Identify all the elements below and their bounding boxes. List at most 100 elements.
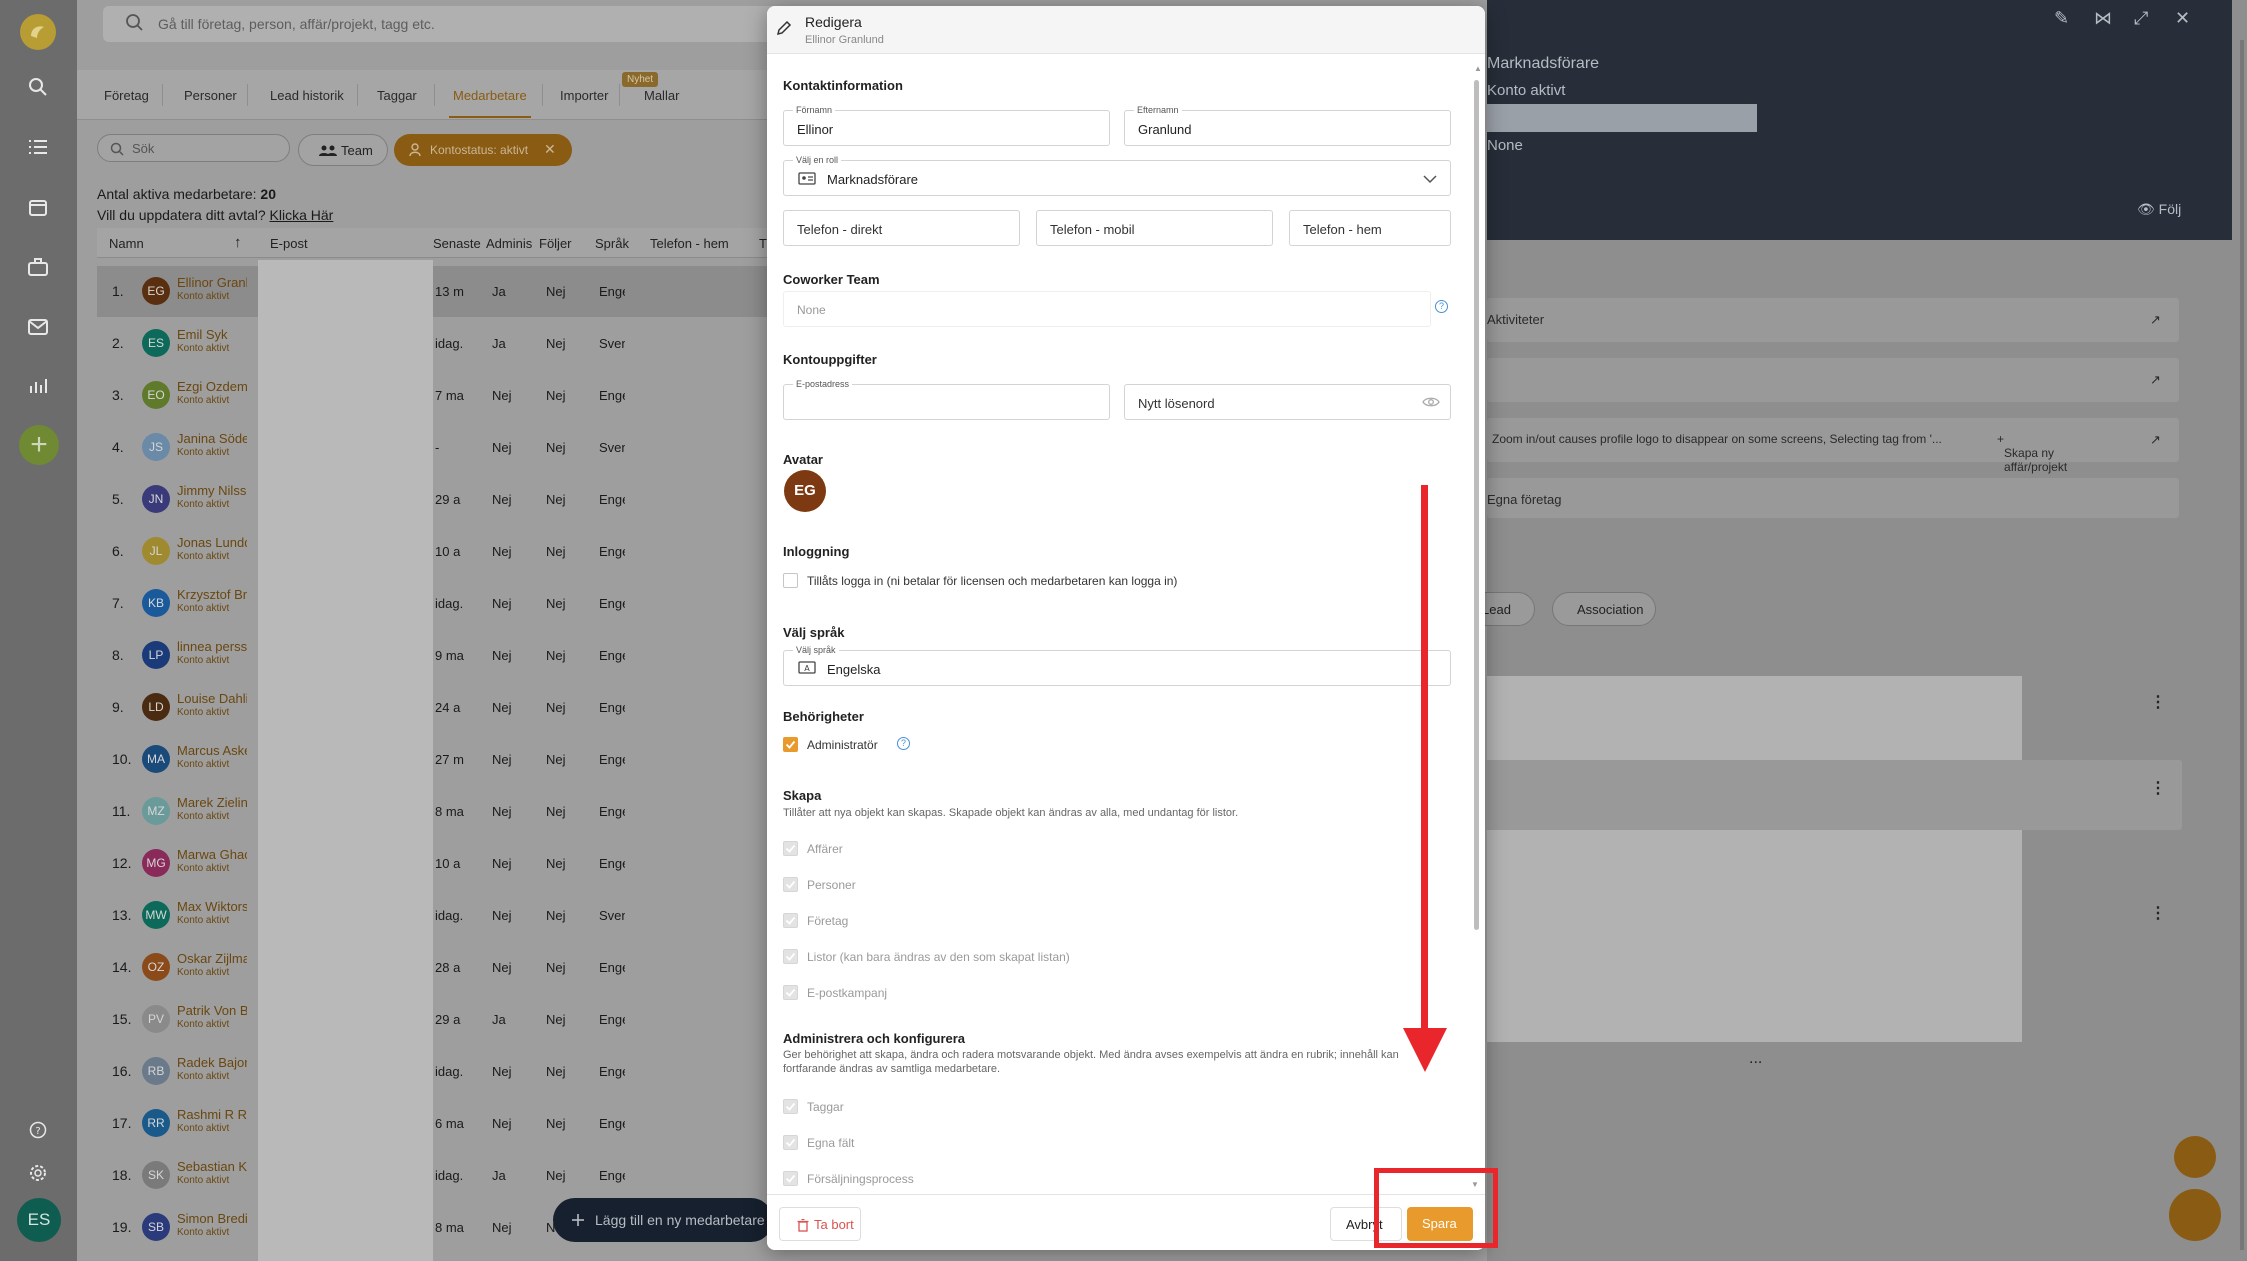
member-name-link[interactable]: Sebastian Krause — [177, 1159, 247, 1174]
email-field[interactable]: E-postadress — [783, 379, 1110, 420]
create-permission-checkbox[interactable] — [783, 877, 798, 892]
search-icon[interactable] — [23, 72, 53, 102]
column-header-sprak[interactable]: Språk — [595, 236, 629, 251]
table-row[interactable]: 9. LD Louise DahlinKonto aktivt 24 a Nej Nej E… — [97, 682, 777, 733]
add-member-button[interactable]: Lägg till en ny medarbetare — [553, 1198, 773, 1242]
column-header-phone-home[interactable]: Telefon - hem — [650, 236, 729, 251]
scroll-up-icon[interactable]: ▲ — [1474, 64, 1482, 73]
member-name-link[interactable]: Ellinor Granlund — [177, 275, 247, 290]
table-row[interactable]: 2. ES Emil SykKonto aktivt idag. Ja Nej Svensk… — [97, 318, 777, 369]
help-icon[interactable]: ? — [1435, 300, 1448, 313]
table-row[interactable]: 7. KB Krzysztof BrzozowskiKonto aktivt idag… — [97, 578, 777, 629]
column-header-name[interactable]: Namn — [109, 236, 144, 251]
column-header-more[interactable]: T — [759, 236, 767, 251]
calendar-icon[interactable] — [23, 192, 53, 222]
delete-button[interactable]: Ta bort — [779, 1207, 861, 1241]
phone-mobile-field[interactable]: Telefon - mobil — [1036, 210, 1273, 246]
role-select[interactable]: Välj en roll Marknadsförare — [783, 155, 1451, 196]
member-name-link[interactable]: Ezgi Ozdemir — [177, 379, 247, 394]
panel-scrollbar[interactable] — [2240, 40, 2244, 1250]
admin-permission-checkbox[interactable] — [783, 1171, 798, 1186]
more-dots-icon[interactable]: ... — [1749, 1050, 1762, 1068]
expand-icon[interactable]: ⤢ — [2134, 8, 2148, 29]
table-row[interactable]: 12. MG Marwa GhachemKonto aktivt 10 a Nej Nej… — [97, 838, 777, 889]
help-icon[interactable]: ? — [897, 737, 910, 750]
administrator-checkbox[interactable] — [783, 737, 798, 752]
member-name-link[interactable]: Krzysztof Brzozowski — [177, 587, 247, 602]
user-avatar[interactable]: ES — [17, 1198, 61, 1242]
follow-button[interactable]: 👁 Följ — [2137, 201, 2181, 218]
account-status-filter-chip[interactable]: Kontostatus: aktivt ✕ — [394, 134, 572, 166]
coworker-team-select[interactable]: None — [783, 291, 1431, 327]
eye-icon[interactable] — [1422, 395, 1440, 409]
table-row[interactable]: 6. JL Jonas LundqvistKonto aktivt 10 a Nej Ne… — [97, 526, 777, 577]
share-icon[interactable]: ⋈ — [2094, 8, 2112, 29]
settings-gear-icon[interactable] — [23, 1158, 53, 1188]
password-field[interactable]: Nytt lösenord — [1124, 384, 1451, 420]
close-icon[interactable]: ✕ — [2175, 8, 2190, 29]
more-options-icon[interactable]: ⋮ — [2150, 692, 2166, 712]
member-name-link[interactable]: Jimmy Nilsson — [177, 483, 247, 498]
table-row[interactable]: 3. EO Ezgi OzdemirKonto aktivt 7 ma Nej Nej En… — [97, 370, 777, 421]
member-name-link[interactable]: Radek Bajorek — [177, 1055, 247, 1070]
modal-scrollbar-thumb[interactable] — [1474, 80, 1479, 930]
language-select[interactable]: Välj språk A Engelska — [783, 645, 1451, 686]
member-name-link[interactable]: Emil Syk — [177, 327, 247, 342]
member-name-link[interactable]: Marek Zielinski — [177, 795, 247, 810]
create-deal-link[interactable]: + Skapa ny affär/projekt — [1997, 432, 2067, 474]
chat-fab-icon[interactable] — [2169, 1189, 2221, 1241]
member-name-link[interactable]: Simon Bredin — [177, 1211, 247, 1226]
column-header-admin[interactable]: Adminis — [486, 236, 532, 251]
avatar[interactable]: EG — [784, 470, 826, 512]
sort-asc-icon[interactable]: ↑ — [234, 234, 242, 251]
remove-filter-icon[interactable]: ✕ — [544, 141, 556, 158]
tab-taggar[interactable]: Taggar — [377, 88, 417, 103]
tab-importer[interactable]: Importer — [560, 88, 608, 103]
collapsed-card[interactable]: ↗ — [1487, 358, 2179, 402]
member-name-link[interactable]: Marcus Askeröd — [177, 743, 247, 758]
tab-foretag[interactable]: Företag — [104, 88, 149, 103]
table-row[interactable]: 18. SK Sebastian KrauseKonto aktivt idag. Ja… — [97, 1150, 777, 1201]
member-name-link[interactable]: linnea persson — [177, 639, 247, 654]
table-row[interactable]: 11. MZ Marek ZielinskiKonto aktivt 8 ma Nej N… — [97, 786, 777, 837]
admin-permission-checkbox[interactable] — [783, 1135, 798, 1150]
member-name-link[interactable]: Rashmi R Rao — [177, 1107, 247, 1122]
help-icon[interactable]: ? — [23, 1115, 53, 1145]
more-options-icon[interactable]: ⋮ — [2150, 778, 2166, 798]
activities-card[interactable]: Aktiviteter ↗ — [1487, 298, 2179, 342]
more-options-icon[interactable]: ⋮ — [2150, 903, 2166, 923]
create-permission-checkbox[interactable] — [783, 841, 798, 856]
phone-direct-field[interactable]: Telefon - direkt — [783, 210, 1020, 246]
table-row[interactable]: 8. LP linnea perssonKonto aktivt 9 ma Nej Nej… — [97, 630, 777, 681]
briefcase-icon[interactable] — [23, 252, 53, 282]
mail-icon[interactable] — [23, 312, 53, 342]
table-row[interactable]: 4. JS Janina SöderbergKonto aktivt - Nej Nej S… — [97, 422, 777, 473]
member-search-input[interactable]: Sök — [97, 134, 290, 162]
member-name-link[interactable]: Max Wiktorsson — [177, 899, 247, 914]
table-row[interactable]: 17. RR Rashmi R RaoKonto aktivt 6 ma Nej Nej E… — [97, 1098, 777, 1149]
add-icon[interactable]: + — [19, 425, 59, 465]
allow-login-checkbox[interactable] — [783, 573, 798, 588]
chart-icon[interactable] — [23, 370, 53, 400]
tab-medarbetare[interactable]: Medarbetare — [449, 88, 531, 118]
admin-permission-checkbox[interactable] — [783, 1099, 798, 1114]
phone-home-field[interactable]: Telefon - hem — [1289, 210, 1451, 246]
tab-personer[interactable]: Personer — [184, 88, 237, 103]
member-name-link[interactable]: Patrik Von Bahr — [177, 1003, 247, 1018]
member-name-link[interactable]: Janina Söderberg — [177, 431, 247, 446]
member-name-link[interactable]: Oskar Zijlmans — [177, 951, 247, 966]
column-header-foljer[interactable]: Följer — [539, 236, 572, 251]
lastname-field[interactable]: Efternamn Granlund — [1124, 105, 1451, 146]
team-filter-button[interactable]: Team — [298, 134, 388, 166]
app-logo-icon[interactable] — [20, 14, 56, 50]
table-row[interactable]: 1. EG Ellinor GranlundKonto aktivt 13 m Ja Ne… — [97, 266, 777, 317]
search-fab-icon[interactable] — [2174, 1136, 2216, 1178]
table-row[interactable]: 15. PV Patrik Von BahrKonto aktivt 29 a Ja Ne… — [97, 994, 777, 1045]
create-permission-checkbox[interactable] — [783, 985, 798, 1000]
table-row[interactable]: 16. RB Radek BajorekKonto aktivt idag. Nej Ne… — [97, 1046, 777, 1097]
association-pill[interactable]: Association — [1552, 592, 1656, 626]
create-permission-checkbox[interactable] — [783, 913, 798, 928]
own-companies-card[interactable]: Egna företag — [1487, 478, 2179, 518]
edit-pencil-icon[interactable]: ✎ — [2054, 8, 2069, 29]
deals-card[interactable]: Zoom in/out causes profile logo to disap… — [1487, 418, 2179, 474]
